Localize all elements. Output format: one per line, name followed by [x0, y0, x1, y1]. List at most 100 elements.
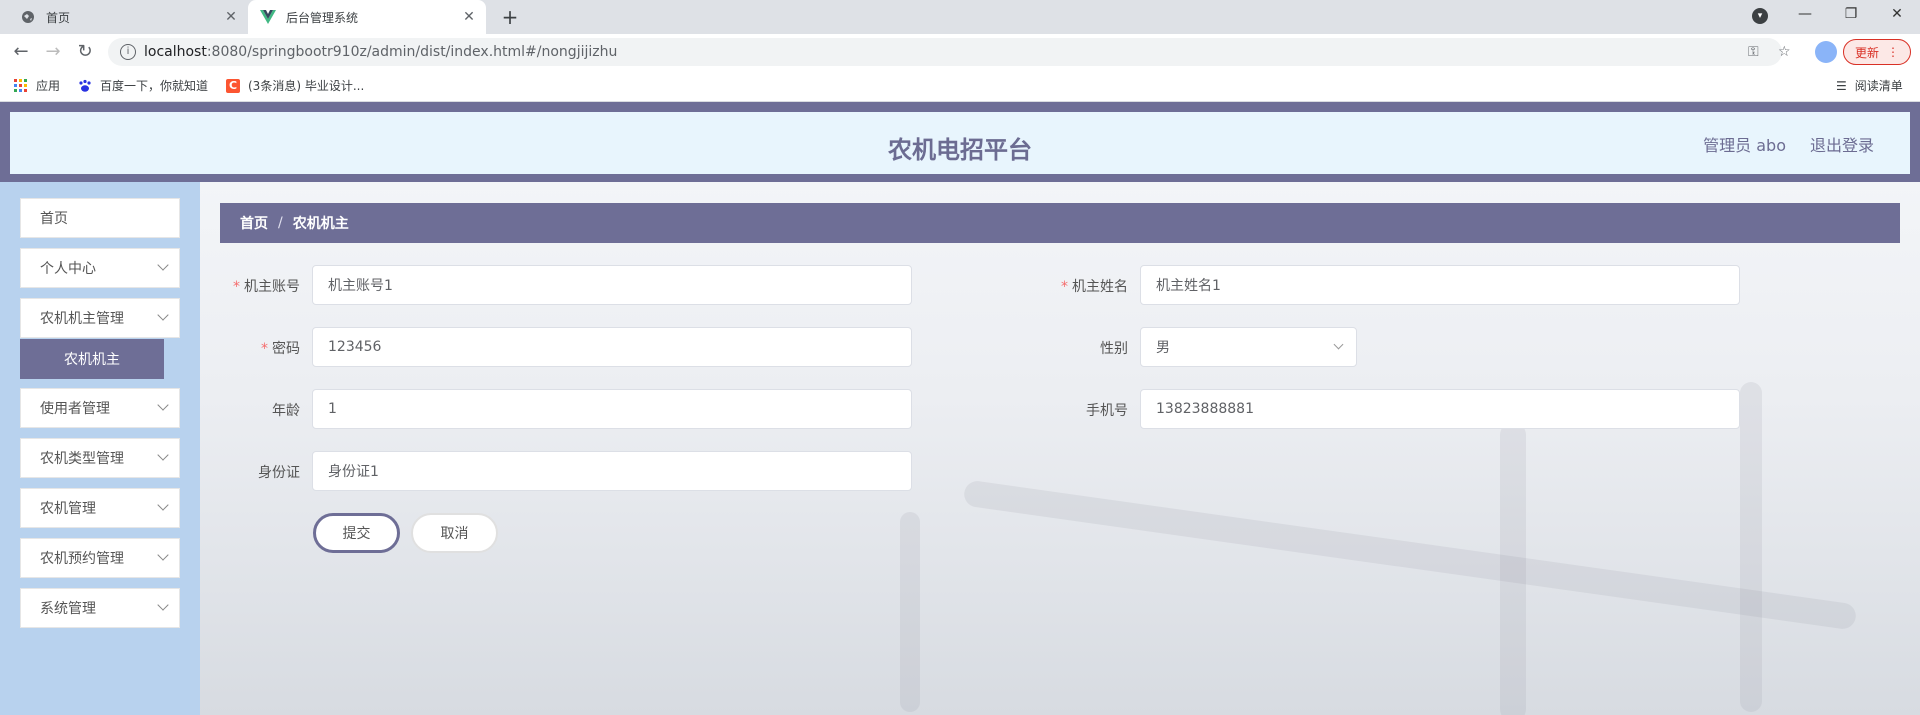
globe-icon — [20, 9, 36, 25]
bookmark-apps[interactable]: 应用 — [14, 77, 60, 94]
background-decoration — [1500, 422, 1526, 715]
site-info-icon[interactable]: i — [120, 44, 136, 60]
chevron-down-icon — [157, 259, 169, 271]
chevron-down-icon — [1333, 339, 1344, 350]
chevron-down-icon — [157, 449, 169, 461]
idcard-label: 身份证 — [258, 465, 300, 481]
bookmark-label: 百度一下，你就知道 — [100, 79, 209, 93]
chevron-down-icon — [157, 309, 169, 321]
submit-button[interactable]: 提交 — [313, 513, 400, 553]
bookmark-csdn[interactable]: C (3条消息) 毕业设计... — [226, 77, 364, 94]
account-label: * 机主账号 — [200, 276, 300, 296]
sidebar-item-personal-center[interactable]: 个人中心 — [20, 248, 180, 288]
page-title: 农机电招平台 — [888, 136, 1032, 164]
breadcrumb: 首页 / 农机机主 — [220, 203, 1900, 243]
browser-tab-strip: 首页 ✕ 后台管理系统 ✕ + ▾ — ❐ ✕ — [0, 0, 1920, 34]
breadcrumb-current: 农机机主 — [292, 216, 349, 232]
close-icon[interactable]: ✕ — [220, 9, 242, 25]
sidebar-item-label: 个人中心 — [40, 261, 96, 277]
update-button[interactable]: 更新 ⋮ — [1843, 39, 1911, 65]
sidebar-item-label: 首页 — [40, 211, 68, 227]
chevron-down-icon — [157, 499, 169, 511]
background-decoration — [962, 479, 1858, 631]
browser-tab-home[interactable]: 首页 ✕ — [8, 0, 248, 34]
gender-selected-value: 男 — [1156, 340, 1170, 356]
owner-name-input[interactable]: 机主姓名1 — [1140, 265, 1740, 305]
gender-select[interactable]: 男 — [1140, 327, 1357, 367]
sidebar-item-owner-management[interactable]: 农机机主管理 — [20, 298, 180, 338]
chevron-down-icon — [157, 549, 169, 561]
tab-title: 后台管理系统 — [286, 10, 359, 25]
baidu-paw-icon — [78, 79, 92, 93]
gender-label: 性别 — [1100, 341, 1128, 357]
reload-icon[interactable]: ↻ — [74, 41, 96, 63]
reading-list[interactable]: ☰ 阅读清单 — [1836, 77, 1903, 94]
password-input[interactable]: 123456 — [312, 327, 912, 367]
required-mark: * — [261, 341, 268, 357]
tab-search-icon[interactable]: ▾ — [1752, 8, 1768, 24]
main-content: 首页 / 农机机主 * 机主账号 机主账号1 * 机主姓名 机主姓名1 * 密码 12… — [200, 182, 1920, 715]
breadcrumb-home[interactable]: 首页 — [240, 213, 268, 233]
minimize-icon[interactable]: — — [1782, 0, 1828, 30]
star-icon[interactable]: ☆ — [1778, 44, 1791, 60]
more-vert-icon: ⋮ — [1887, 45, 1899, 59]
sidebar-item-user-management[interactable]: 使用者管理 — [20, 388, 180, 428]
sidebar-item-label: 农机类型管理 — [40, 451, 124, 467]
account-input[interactable]: 机主账号1 — [312, 265, 912, 305]
csdn-c-icon: C — [226, 78, 240, 93]
reading-list-label: 阅读清单 — [1854, 79, 1903, 93]
profile-avatar-icon[interactable] — [1815, 41, 1837, 63]
phone-input[interactable]: 13823888881 — [1140, 389, 1740, 429]
sidebar: 首页 个人中心 农机机主管理 使用者管理 农机类型管理 农机管理 农机预约管理 … — [0, 182, 200, 715]
bookmark-baidu[interactable]: 百度一下，你就知道 — [78, 77, 208, 94]
new-tab-icon[interactable]: + — [498, 5, 522, 29]
sidebar-subitem-owner[interactable]: 农机机主 — [20, 339, 164, 379]
window-close-icon[interactable]: ✕ — [1874, 0, 1920, 30]
sidebar-item-label: 农机预约管理 — [40, 551, 124, 567]
breadcrumb-separator: / — [278, 215, 283, 231]
required-mark: * — [233, 279, 240, 295]
update-label: 更新 — [1854, 45, 1879, 60]
back-arrow-icon[interactable]: ← — [10, 41, 32, 63]
sidebar-item-label: 系统管理 — [40, 601, 96, 617]
logout-button[interactable]: 退出登录 — [1810, 132, 1874, 156]
sidebar-item-system-management[interactable]: 系统管理 — [20, 588, 180, 628]
sidebar-item-label: 使用者管理 — [40, 401, 110, 417]
idcard-input[interactable]: 身份证1 — [312, 451, 912, 491]
tab-title: 首页 — [46, 10, 71, 25]
url-text: localhost:8080/springbootr910z/admin/dis… — [144, 44, 618, 60]
vue-logo-icon — [260, 9, 276, 25]
owner-name-label-text: 机主姓名 — [1072, 279, 1128, 295]
bookmark-label: (3条消息) 毕业设计... — [248, 79, 365, 93]
password-label-text: 密码 — [272, 341, 300, 357]
bookmark-label: 应用 — [36, 79, 61, 93]
chevron-down-icon — [157, 399, 169, 411]
forward-arrow-icon[interactable]: → — [42, 41, 64, 63]
password-label: * 密码 — [200, 338, 300, 358]
cancel-button[interactable]: 取消 — [411, 513, 498, 553]
sidebar-item-label: 农机管理 — [40, 501, 96, 517]
sidebar-item-home[interactable]: 首页 — [20, 198, 180, 238]
restore-icon[interactable]: ❐ — [1828, 0, 1874, 30]
admin-username: 管理员 abo — [1703, 136, 1786, 155]
address-bar-row: ← → ↻ i localhost:8080/springbootr910z/a… — [0, 34, 1920, 70]
owner-name-label: * 机主姓名 — [928, 276, 1128, 296]
app-header: 农机电招平台 管理员 abo 退出登录 — [10, 112, 1910, 174]
key-icon[interactable]: ⚿ — [1748, 44, 1759, 60]
required-mark: * — [1061, 279, 1068, 295]
phone-label: 手机号 — [1086, 403, 1128, 419]
bookmarks-bar: 应用 百度一下，你就知道 C (3条消息) 毕业设计... ☰ 阅读清单 — [0, 70, 1920, 102]
age-label: 年龄 — [272, 403, 300, 419]
background-decoration — [1740, 382, 1762, 712]
sidebar-item-machine-type-management[interactable]: 农机类型管理 — [20, 438, 180, 478]
browser-tab-admin[interactable]: 后台管理系统 ✕ — [248, 0, 486, 34]
sidebar-item-booking-management[interactable]: 农机预约管理 — [20, 538, 180, 578]
url-omnibox[interactable]: i localhost:8080/springbootr910z/admin/d… — [108, 38, 1791, 66]
apps-grid-icon — [14, 78, 28, 93]
reading-list-icon: ☰ — [1836, 78, 1847, 93]
background-decoration — [900, 512, 920, 712]
account-label-text: 机主账号 — [244, 279, 300, 295]
age-input[interactable]: 1 — [312, 389, 912, 429]
close-icon[interactable]: ✕ — [458, 9, 480, 25]
sidebar-item-machine-management[interactable]: 农机管理 — [20, 488, 180, 528]
